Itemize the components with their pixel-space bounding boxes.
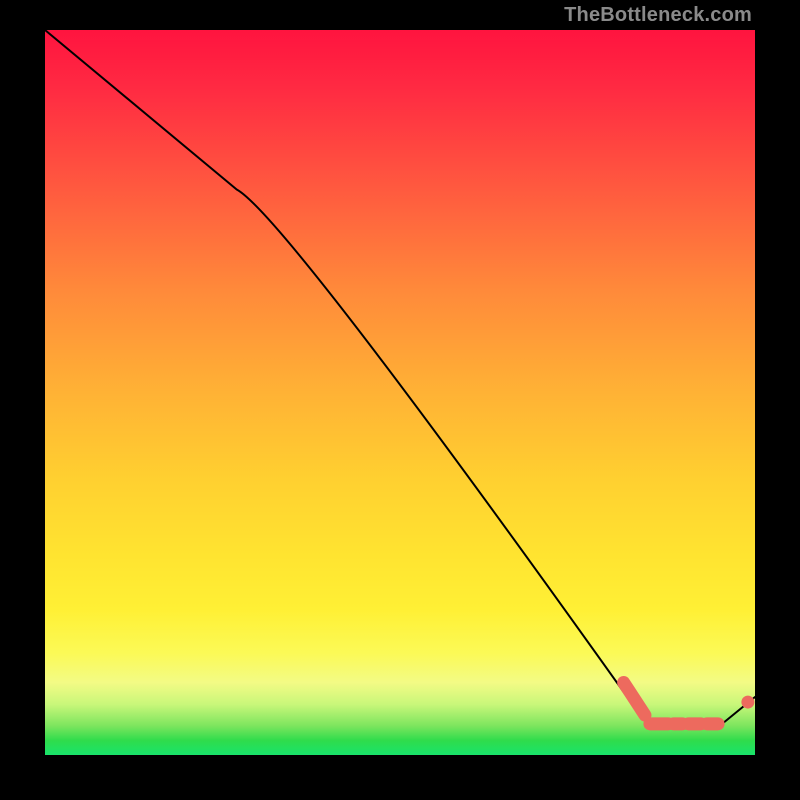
chart-stage: TheBottleneck.com bbox=[0, 0, 800, 800]
plot-area bbox=[45, 30, 755, 755]
credit-label: TheBottleneck.com bbox=[564, 4, 752, 27]
marker-layer bbox=[624, 683, 755, 724]
marker-pill bbox=[624, 683, 645, 716]
marker-dot bbox=[741, 696, 754, 709]
chart-overlay bbox=[45, 30, 755, 755]
curve-layer bbox=[45, 30, 755, 726]
series-line bbox=[45, 30, 755, 726]
